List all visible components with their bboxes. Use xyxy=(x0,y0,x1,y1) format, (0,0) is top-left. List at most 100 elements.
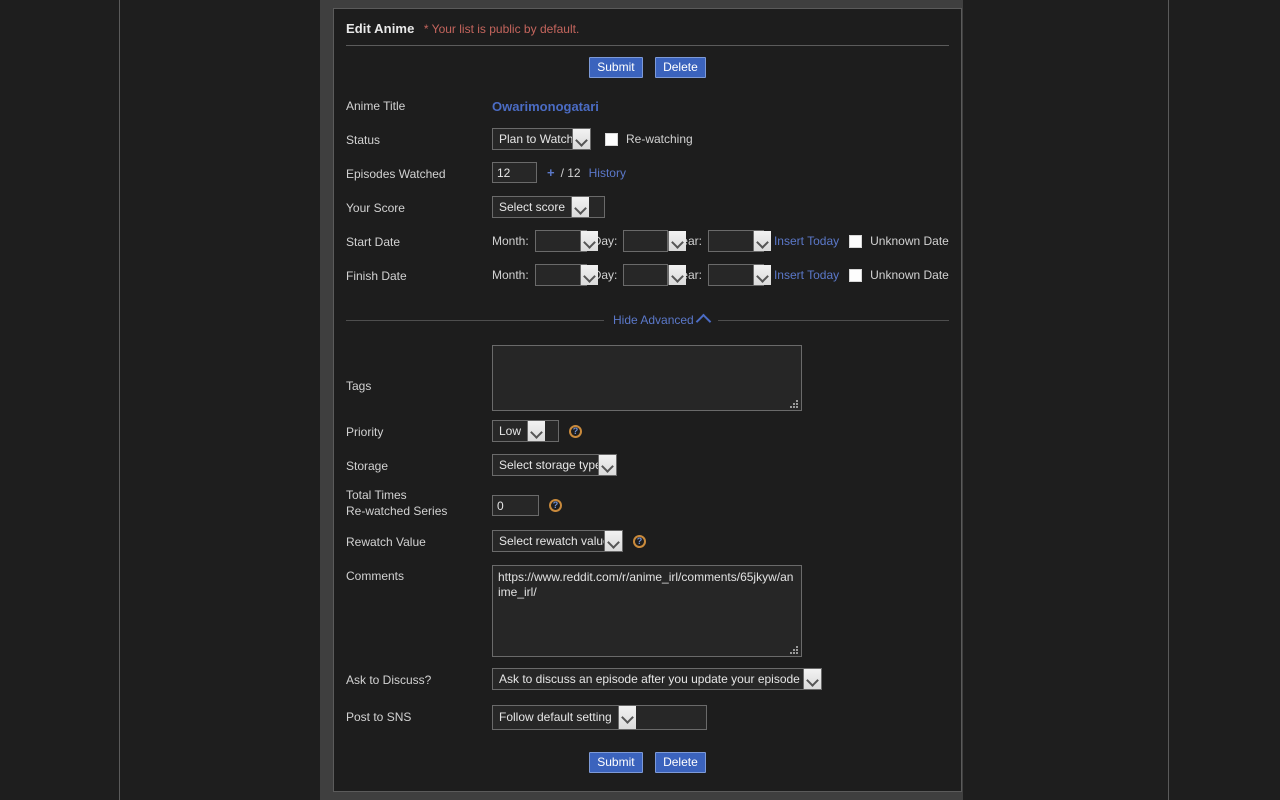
row-rewatch-value: Rewatch Value Select rewatch value ? xyxy=(346,528,949,562)
label-rewatch-value: Rewatch Value xyxy=(346,535,426,549)
priority-select-value: Low xyxy=(499,424,522,438)
row-anime-title: Anime Title Owarimonogatari xyxy=(346,92,949,126)
ask-to-discuss-select[interactable]: Ask to discuss an episode after you upda… xyxy=(492,668,822,690)
row-ask-to-discuss: Ask to Discuss? Ask to discuss an episod… xyxy=(346,666,949,703)
start-date-year-select[interactable] xyxy=(707,230,771,252)
increment-episode-button[interactable]: + xyxy=(547,165,555,180)
edit-anime-form: Anime Title Owarimonogatari Status Plan … xyxy=(334,92,961,296)
start-date-day-select[interactable] xyxy=(623,230,687,252)
start-date-unknown-label: Unknown Date xyxy=(870,234,949,248)
comments-textarea[interactable] xyxy=(492,565,802,657)
chevron-down-icon xyxy=(752,231,771,251)
row-post-to-sns: Post to SNS Follow default setting xyxy=(346,703,949,740)
finish-date-year-select[interactable] xyxy=(707,264,771,286)
storage-select-value: Select storage type xyxy=(499,458,598,472)
label-your-score: Your Score xyxy=(346,201,405,215)
start-date-month-value xyxy=(536,231,580,251)
row-start-date: Start Date Month: Day: Year: Insert Toda… xyxy=(346,228,949,262)
finish-date-unknown-checkbox[interactable] xyxy=(849,268,863,282)
top-button-row: Submit Delete xyxy=(334,57,961,78)
label-post-to-sns: Post to SNS xyxy=(346,710,412,724)
chevron-down-icon xyxy=(598,455,616,475)
rewatching-checkbox[interactable] xyxy=(605,132,618,146)
chevron-down-icon xyxy=(579,265,598,285)
times-rewatched-help-icon[interactable]: ? xyxy=(549,499,562,512)
start-date-unknown-checkbox[interactable] xyxy=(849,234,863,248)
ask-to-discuss-select-value: Ask to discuss an episode after you upda… xyxy=(499,672,803,686)
row-status: Status Plan to Watch Re-watching xyxy=(346,126,949,160)
submit-button-bottom[interactable]: Submit xyxy=(589,752,643,773)
start-date-year-value xyxy=(709,231,753,251)
priority-help-icon[interactable]: ? xyxy=(569,424,582,438)
start-date-insert-today-link[interactable]: Insert Today xyxy=(774,234,839,248)
finish-date-month-select[interactable] xyxy=(534,264,598,286)
finish-date-unknown-label: Unknown Date xyxy=(870,268,949,282)
divider-line-left xyxy=(346,319,604,321)
finish-date-day-value xyxy=(624,265,668,285)
comments-textarea-wrapper xyxy=(492,565,802,657)
finish-date-year-value xyxy=(709,265,753,285)
start-date-day-value xyxy=(624,231,668,251)
public-list-note: * Your list is public by default. xyxy=(423,22,580,36)
row-tags: Tags xyxy=(346,342,949,418)
finish-date-insert-today-link[interactable]: Insert Today xyxy=(774,268,839,282)
label-tags: Tags xyxy=(346,379,372,393)
row-finish-date: Finish Date Month: Day: Year: Insert Tod… xyxy=(346,262,949,296)
start-month-label: Month: xyxy=(492,234,529,248)
advanced-section-divider: Hide Advanced xyxy=(346,310,949,330)
post-to-sns-select[interactable]: Follow default setting xyxy=(492,705,707,730)
advanced-form: Tags Priority Low ? Storage Select stora… xyxy=(334,342,961,740)
status-select-value: Plan to Watch xyxy=(499,132,572,146)
row-comments: Comments xyxy=(346,562,949,666)
chevron-down-icon xyxy=(579,231,598,251)
finish-month-label: Month: xyxy=(492,268,529,282)
score-select[interactable]: Select score xyxy=(492,196,605,218)
episode-history-link[interactable]: History xyxy=(589,166,626,180)
anime-title-link[interactable]: Owarimonogatari xyxy=(492,94,599,114)
label-anime-title: Anime Title xyxy=(346,99,406,113)
start-date-month-select[interactable] xyxy=(534,230,598,252)
chevron-up-icon xyxy=(695,313,712,330)
tags-textarea-wrapper xyxy=(492,345,802,411)
rewatching-label: Re-watching xyxy=(626,132,693,146)
page-root: Edit Anime * Your list is public by defa… xyxy=(0,0,1280,800)
row-episodes-watched: Episodes Watched + / 12 History xyxy=(346,160,949,194)
label-status: Status xyxy=(346,133,381,147)
label-start-date: Start Date xyxy=(346,235,401,249)
finish-date-day-select[interactable] xyxy=(623,264,687,286)
rewatch-value-help-icon[interactable]: ? xyxy=(633,534,646,548)
priority-select[interactable]: Low xyxy=(492,420,559,442)
label-priority: Priority xyxy=(346,425,384,439)
edit-anime-panel: Edit Anime * Your list is public by defa… xyxy=(333,8,962,792)
chevron-down-icon xyxy=(604,531,622,551)
delete-button-bottom[interactable]: Delete xyxy=(655,752,706,773)
tags-textarea[interactable] xyxy=(492,345,802,411)
row-your-score: Your Score Select score xyxy=(346,194,949,228)
chevron-down-icon xyxy=(527,421,546,441)
panel-header: Edit Anime * Your list is public by defa… xyxy=(346,21,949,46)
divider-line-right xyxy=(717,319,949,321)
bottom-button-row: Submit Delete xyxy=(334,752,961,773)
episodes-total: / 12 xyxy=(560,165,581,180)
chevron-down-icon xyxy=(571,197,590,217)
rewatch-value-select[interactable]: Select rewatch value xyxy=(492,530,623,552)
chevron-down-icon xyxy=(752,265,771,285)
hide-advanced-toggle[interactable]: Hide Advanced xyxy=(604,313,718,330)
label-finish-date: Finish Date xyxy=(346,269,407,283)
submit-button-top[interactable]: Submit xyxy=(589,57,643,78)
episodes-watched-input[interactable] xyxy=(492,162,537,183)
chevron-down-icon xyxy=(617,706,636,729)
times-rewatched-input[interactable] xyxy=(492,495,539,516)
storage-select[interactable]: Select storage type xyxy=(492,454,617,476)
label-comments: Comments xyxy=(346,569,405,583)
status-select[interactable]: Plan to Watch xyxy=(492,128,591,150)
right-column-divider xyxy=(1168,0,1169,800)
delete-button-top[interactable]: Delete xyxy=(655,57,706,78)
left-column-divider xyxy=(119,0,120,800)
hide-advanced-label: Hide Advanced xyxy=(613,313,694,327)
chevron-down-icon xyxy=(668,231,687,251)
row-times-rewatched: Total Times Re-watched Series ? xyxy=(346,486,949,528)
row-storage: Storage Select storage type xyxy=(346,452,949,486)
page-title: Edit Anime xyxy=(346,21,415,36)
finish-date-month-value xyxy=(536,265,580,285)
